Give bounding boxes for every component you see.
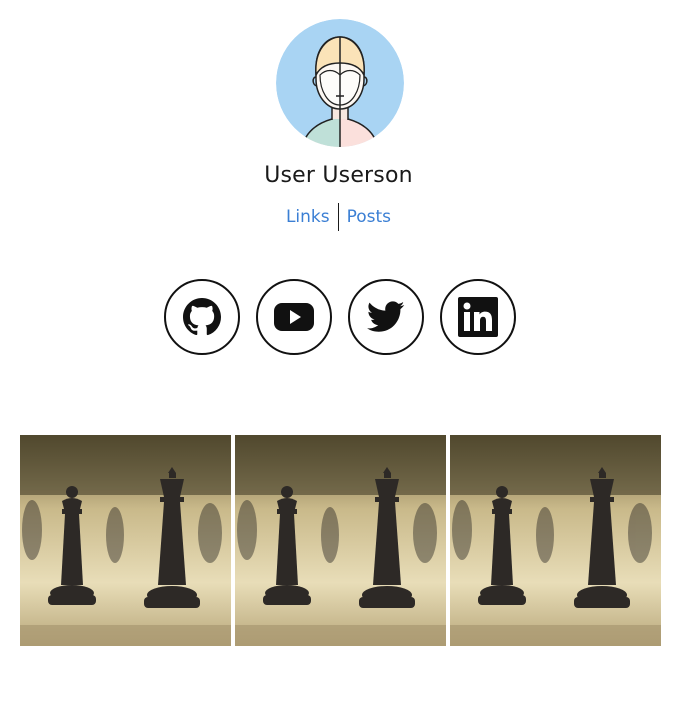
chess-pieces-photo (20, 435, 231, 646)
youtube-icon (274, 303, 314, 331)
github-icon (183, 298, 221, 336)
profile-name: User Userson (264, 163, 413, 188)
nav-divider (337, 203, 339, 231)
gallery-photo-2[interactable] (235, 435, 446, 646)
twitter-icon (367, 301, 405, 332)
linkedin-button[interactable] (440, 279, 516, 355)
avatar (276, 19, 404, 147)
person-avatar-icon (276, 19, 404, 147)
linkedin-icon (458, 297, 498, 337)
links-link[interactable]: Links (286, 207, 330, 227)
youtube-button[interactable] (256, 279, 332, 355)
chess-pieces-photo (235, 435, 446, 646)
profile-nav: Links Posts (0, 203, 677, 231)
twitter-button[interactable] (348, 279, 424, 355)
profile-page: User Userson Links Posts (0, 0, 677, 717)
gallery-photo-1[interactable] (20, 435, 231, 646)
photo-gallery (20, 435, 661, 646)
gallery-photo-3[interactable] (450, 435, 661, 646)
chess-pieces-photo (450, 435, 661, 646)
github-button[interactable] (164, 279, 240, 355)
posts-link[interactable]: Posts (347, 207, 391, 227)
social-links (164, 279, 516, 355)
